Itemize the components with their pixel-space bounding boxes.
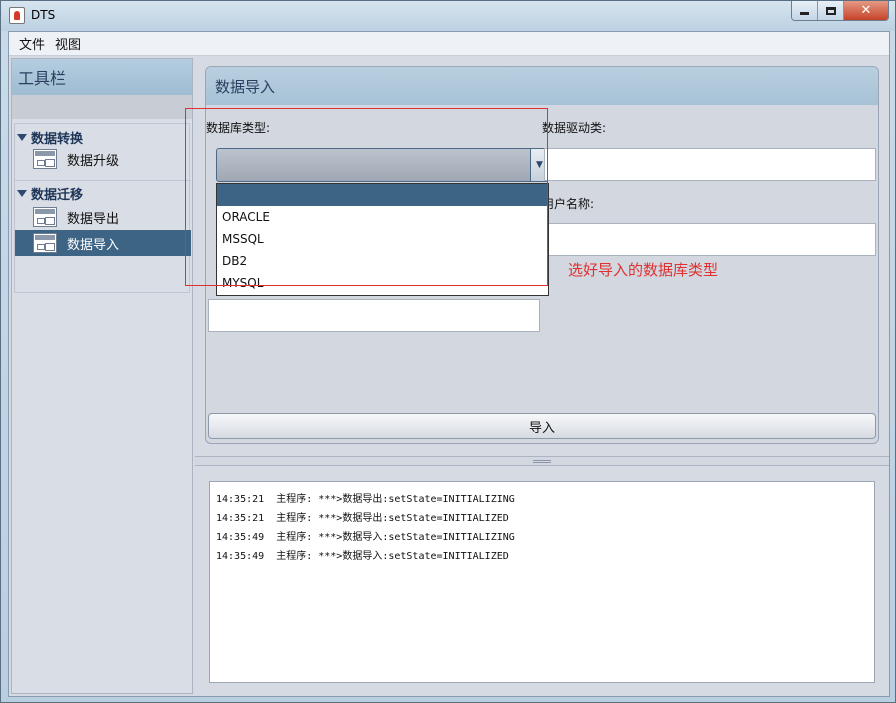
nav-tree: 数据转换 数据升级 数据迁移 数据导出 数据导入 (14, 123, 191, 293)
tree-item-data-import[interactable]: 数据导入 (15, 230, 191, 256)
log-line: 14:35:21 主程序: ***>数据导出:setState=INITIALI… (216, 494, 515, 505)
expand-triangle-icon[interactable] (17, 189, 27, 197)
title-bar[interactable]: DTS ✕ (1, 1, 895, 31)
tree-item-data-export[interactable]: 数据导出 (15, 204, 191, 230)
toolbar-strip (12, 95, 192, 119)
dropdown-option-oracle[interactable]: ORACLE (217, 206, 548, 228)
data-import-panel: 数据导入 数据库类型: 数据驱动类: ▼ 用户名称: ORACLE MSSQL … (205, 66, 879, 444)
group-label: 数据迁移 (31, 187, 84, 203)
maximize-button[interactable] (818, 1, 844, 20)
grip-icon[interactable] (533, 460, 551, 463)
db-type-dropdown-list: ORACLE MSSQL DB2 MYSQL (216, 183, 549, 296)
panel-header: 数据导入 (206, 67, 878, 105)
tree-item-label: 数据升级 (67, 153, 120, 169)
menu-file[interactable]: 文件 (19, 34, 45, 53)
window-icon (33, 233, 57, 253)
group-data-migrate[interactable]: 数据迁移 (15, 184, 191, 203)
group-label: 数据转换 (31, 131, 84, 147)
java-app-icon (9, 7, 25, 24)
group-divider (15, 180, 191, 181)
minimize-icon (800, 12, 809, 15)
app-window: DTS ✕ 文件 视图 工具栏 数据转换 数据升级 数据迁移 数据导出 数据导入… (0, 0, 896, 703)
username-label: 用户名称: (542, 197, 595, 211)
group-data-convert[interactable]: 数据转换 (15, 128, 191, 147)
window-title: DTS (31, 8, 56, 22)
minimize-button[interactable] (792, 1, 818, 20)
import-button[interactable]: 导入 (208, 413, 876, 439)
log-output[interactable]: 14:35:21 主程序: ***>数据导出:setState=INITIALI… (209, 481, 875, 683)
maximize-icon (825, 6, 836, 15)
log-line: 14:35:49 主程序: ***>数据导入:setState=INITIALI… (216, 532, 515, 543)
tree-item-label: 数据导入 (67, 237, 120, 253)
dropdown-option-db2[interactable]: DB2 (217, 250, 548, 272)
dropdown-option-blank[interactable] (217, 184, 548, 206)
dropdown-option-mssql[interactable]: MSSQL (217, 228, 548, 250)
annotation-text: 选好导入的数据库类型 (568, 261, 719, 279)
password-input[interactable] (208, 299, 540, 332)
tree-item-label: 数据导出 (67, 211, 120, 227)
menu-bar: 文件 视图 (9, 32, 889, 56)
driver-class-input[interactable] (544, 148, 876, 181)
menu-view[interactable]: 视图 (55, 34, 81, 53)
split-divider[interactable] (195, 456, 889, 466)
close-button[interactable]: ✕ (844, 1, 888, 20)
expand-triangle-icon[interactable] (17, 133, 27, 141)
chevron-down-icon: ▼ (536, 160, 543, 170)
window-icon (33, 149, 57, 169)
tree-item-data-upgrade[interactable]: 数据升级 (15, 146, 191, 172)
toolbar-header: 工具栏 (12, 59, 192, 95)
driver-label: 数据驱动类: (542, 121, 607, 135)
window-icon (33, 207, 57, 227)
log-line: 14:35:49 主程序: ***>数据导入:setState=INITIALI… (216, 551, 509, 562)
window-controls: ✕ (791, 1, 889, 21)
toolbar-panel: 工具栏 数据转换 数据升级 数据迁移 数据导出 数据导入 (11, 58, 193, 694)
panel-title: 数据导入 (215, 77, 276, 96)
db-type-combobox[interactable]: ▼ (216, 148, 549, 182)
toolbar-title: 工具栏 (18, 69, 67, 88)
username-input[interactable] (544, 223, 876, 256)
close-icon: ✕ (860, 3, 872, 18)
dropdown-option-mysql[interactable]: MYSQL (217, 272, 548, 294)
db-type-label: 数据库类型: (206, 121, 271, 135)
log-line: 14:35:21 主程序: ***>数据导出:setState=INITIALI… (216, 513, 509, 524)
client-area: 文件 视图 工具栏 数据转换 数据升级 数据迁移 数据导出 数据导入 数据导入 … (8, 31, 890, 697)
